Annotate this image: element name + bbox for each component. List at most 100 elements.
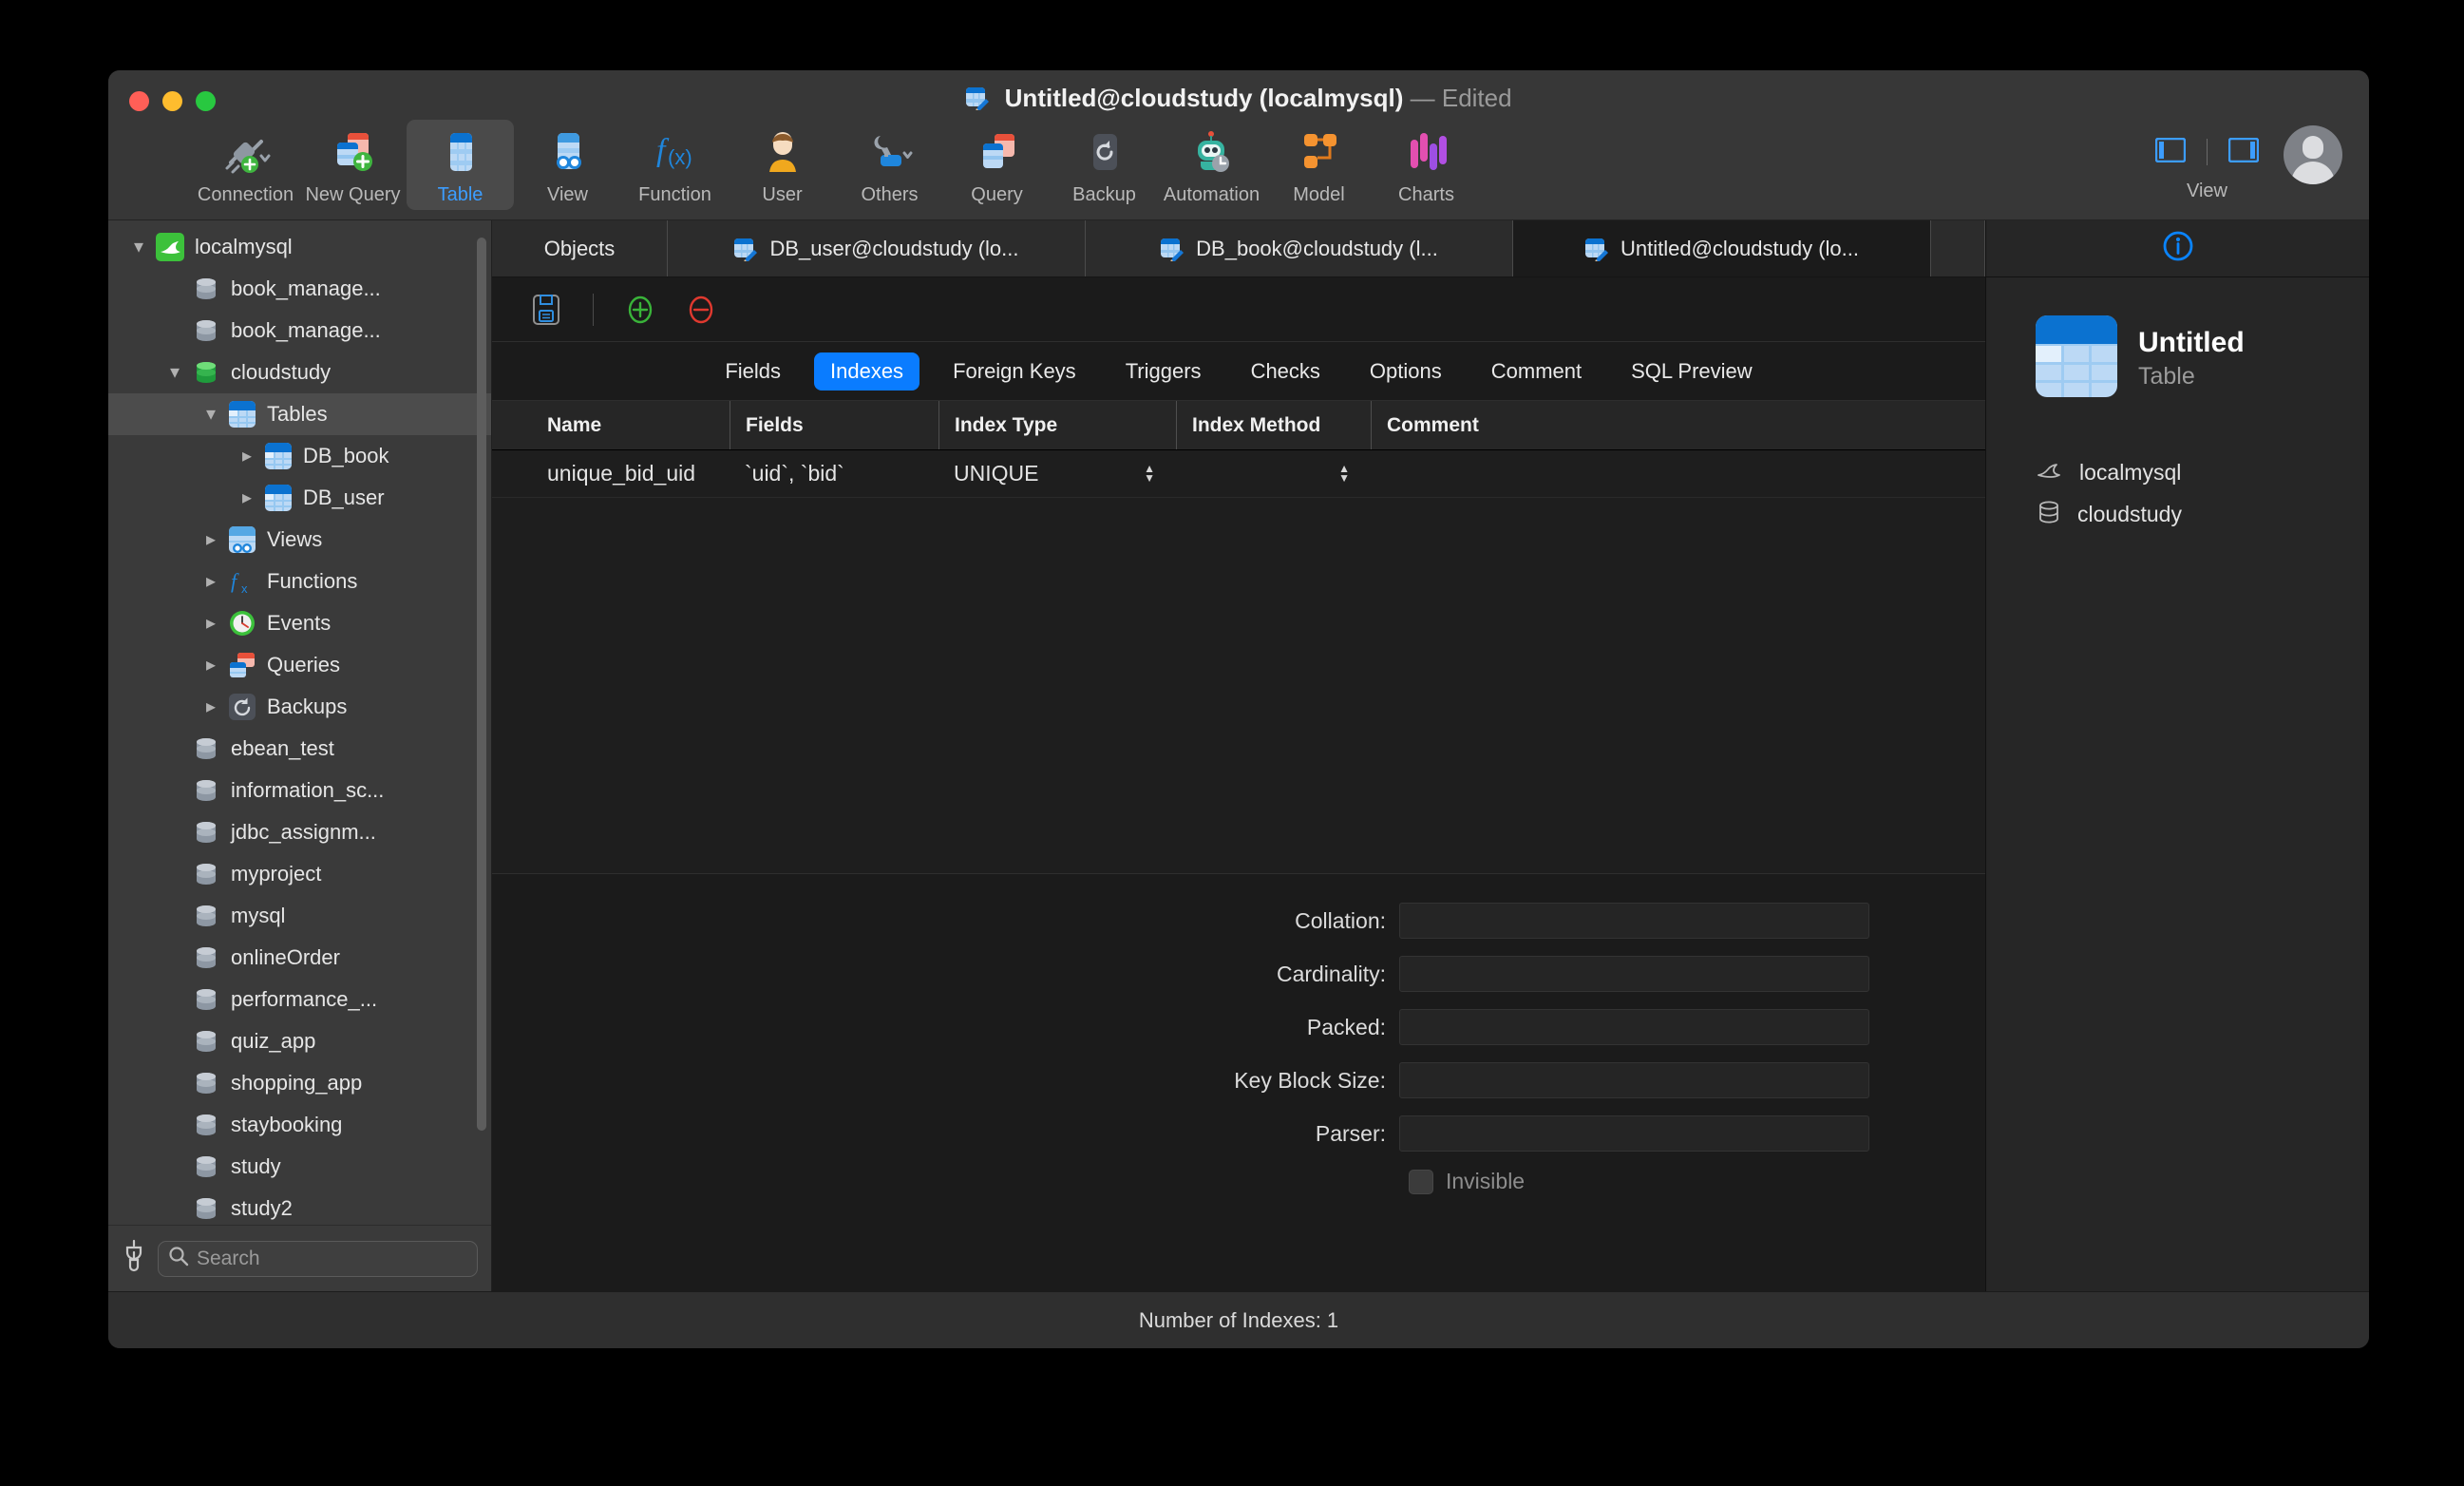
tree-item-shopping-app[interactable]: shopping_app bbox=[108, 1062, 491, 1104]
backup-icon bbox=[228, 693, 256, 721]
document-tab-objects[interactable]: Objects bbox=[492, 220, 668, 276]
tree-item-mysql[interactable]: mysql bbox=[108, 895, 491, 937]
tree-item-views[interactable]: ▸ Views bbox=[108, 519, 491, 561]
tree-item-localmysql[interactable]: ▾ localmysql bbox=[108, 226, 491, 268]
detail-field-input[interactable] bbox=[1399, 1009, 1869, 1045]
object-tree[interactable]: ▾ localmysql book_manage... book_manage... ▾… bbox=[108, 220, 491, 1225]
delete-index-icon[interactable] bbox=[681, 290, 721, 330]
toolbar-item-query[interactable]: Query bbox=[943, 120, 1051, 210]
grid-cell-index-method[interactable]: ▲ ▼ bbox=[1176, 450, 1371, 497]
tree-item-onlineorder[interactable]: onlineOrder bbox=[108, 937, 491, 979]
avatar[interactable] bbox=[2284, 125, 2342, 184]
toolbar-item-backup[interactable]: Backup bbox=[1051, 120, 1158, 210]
subtab-options[interactable]: Options bbox=[1354, 352, 1458, 391]
subtab-foreign-keys[interactable]: Foreign Keys bbox=[937, 352, 1092, 391]
toggle-right-sidebar-icon[interactable] bbox=[2227, 137, 2260, 167]
document-tab-untitled-cloudstudy-lo[interactable]: Untitled@cloudstudy (lo... bbox=[1513, 220, 1931, 276]
toolbar-item-user[interactable]: User bbox=[729, 120, 836, 210]
subtab-checks[interactable]: Checks bbox=[1235, 352, 1336, 391]
tree-item-study2[interactable]: study2 bbox=[108, 1188, 491, 1225]
connection-plug-icon[interactable] bbox=[122, 1239, 146, 1278]
toolbar-item-connection[interactable]: Connection bbox=[192, 120, 299, 210]
grid-body[interactable]: unique_bid_uid `uid`, `bid` UNIQUE ▲ ▼ ▲ ▼ bbox=[492, 450, 1985, 873]
document-tab-db-user-cloudstudy-lo[interactable]: DB_user@cloudstudy (lo... bbox=[668, 220, 1086, 276]
chevron-down-icon[interactable]: ▾ bbox=[122, 238, 156, 257]
detail-field-input[interactable] bbox=[1399, 1115, 1869, 1152]
chevron-right-icon[interactable]: ▸ bbox=[194, 614, 228, 633]
grid-column-header[interactable]: Index Method bbox=[1176, 401, 1371, 449]
database-gray-icon bbox=[192, 1194, 220, 1223]
grid-cell-comment[interactable] bbox=[1371, 450, 1770, 497]
grid-cell-index-type[interactable]: UNIQUE ▲ ▼ bbox=[938, 450, 1176, 497]
chevron-right-icon[interactable]: ▸ bbox=[194, 572, 228, 591]
chevron-right-icon[interactable]: ▸ bbox=[194, 656, 228, 675]
tree-item-label: shopping_app bbox=[231, 1071, 363, 1095]
info-connection-name: localmysql bbox=[2079, 459, 2182, 485]
subtab-sql-preview[interactable]: SQL Preview bbox=[1615, 352, 1769, 391]
toggle-left-sidebar-icon[interactable] bbox=[2154, 137, 2187, 167]
stepper-icon[interactable]: ▲ ▼ bbox=[1144, 463, 1155, 485]
toolbar-item-model[interactable]: Model bbox=[1265, 120, 1373, 210]
toolbar-item-new-query[interactable]: New Query bbox=[299, 120, 407, 210]
detail-field-input[interactable] bbox=[1399, 956, 1869, 992]
search-input[interactable] bbox=[197, 1247, 467, 1270]
tree-item-jdbc-assignm[interactable]: jdbc_assignm... bbox=[108, 811, 491, 853]
tree-item-backups[interactable]: ▸ Backups bbox=[108, 686, 491, 728]
toolbar-right-group: View bbox=[2154, 120, 2342, 202]
tree-item-book-manage[interactable]: book_manage... bbox=[108, 268, 491, 310]
detail-field-input[interactable] bbox=[1399, 903, 1869, 939]
toolbar-item-automation[interactable]: Automation bbox=[1158, 120, 1265, 210]
chevron-right-icon[interactable]: ▸ bbox=[230, 447, 264, 466]
info-circle-icon[interactable] bbox=[2162, 230, 2194, 267]
chevron-down-icon[interactable]: ▾ bbox=[194, 405, 228, 424]
sidebar-scrollbar[interactable] bbox=[477, 238, 486, 1131]
document-tab-db-book-cloudstudy-l[interactable]: DB_book@cloudstudy (l... bbox=[1086, 220, 1513, 276]
toolbar-item-table[interactable]: Table bbox=[407, 120, 514, 210]
toolbar-item-function[interactable]: f (x) Function bbox=[621, 120, 729, 210]
chevron-right-icon[interactable]: ▸ bbox=[194, 697, 228, 716]
grid-cell-fields[interactable]: `uid`, `bid` bbox=[730, 450, 938, 497]
database-green-icon bbox=[192, 358, 220, 387]
toolbar-item-label: Automation bbox=[1163, 184, 1260, 205]
tree-item-tables[interactable]: ▾ Tables bbox=[108, 393, 491, 435]
tree-item-study[interactable]: study bbox=[108, 1146, 491, 1188]
tree-item-db-user[interactable]: ▸ DB_user bbox=[108, 477, 491, 519]
tree-item-db-book[interactable]: ▸ DB_book bbox=[108, 435, 491, 477]
tree-item-cloudstudy[interactable]: ▾ cloudstudy bbox=[108, 352, 491, 393]
chevron-right-icon[interactable]: ▸ bbox=[230, 488, 264, 507]
save-icon[interactable] bbox=[526, 290, 566, 330]
subtab-fields[interactable]: Fields bbox=[709, 352, 797, 391]
chevron-down-icon[interactable]: ▾ bbox=[158, 363, 192, 382]
toolbar-item-charts[interactable]: Charts bbox=[1373, 120, 1480, 210]
add-index-icon[interactable] bbox=[620, 290, 660, 330]
tree-item-queries[interactable]: ▸ Queries bbox=[108, 644, 491, 686]
subtab-comment[interactable]: Comment bbox=[1475, 352, 1598, 391]
grid-column-header[interactable]: Index Type bbox=[938, 401, 1176, 449]
grid-column-header[interactable]: Name bbox=[492, 401, 730, 449]
grid-column-header[interactable]: Comment bbox=[1371, 401, 1770, 449]
tree-item-myproject[interactable]: myproject bbox=[108, 853, 491, 895]
tree-item-events[interactable]: ▸ Events bbox=[108, 602, 491, 644]
tree-item-performance[interactable]: performance_... bbox=[108, 979, 491, 1020]
detail-field-row: Cardinality: bbox=[492, 956, 1985, 992]
tree-item-book-manage[interactable]: book_manage... bbox=[108, 310, 491, 352]
search-box[interactable] bbox=[158, 1240, 478, 1277]
toolbar-item-others[interactable]: Others bbox=[836, 120, 943, 210]
tree-item-information-sc[interactable]: information_sc... bbox=[108, 770, 491, 811]
tree-item-ebean-test[interactable]: ebean_test bbox=[108, 728, 491, 770]
grid-column-header[interactable]: Fields bbox=[730, 401, 938, 449]
tree-item-quiz-app[interactable]: quiz_app bbox=[108, 1020, 491, 1062]
invisible-checkbox[interactable] bbox=[1409, 1169, 1433, 1194]
tree-item-staybooking[interactable]: staybooking bbox=[108, 1104, 491, 1146]
table-row[interactable]: unique_bid_uid `uid`, `bid` UNIQUE ▲ ▼ ▲ ▼ bbox=[492, 450, 1985, 498]
chevron-right-icon[interactable]: ▸ bbox=[194, 530, 228, 549]
toolbar-item-view[interactable]: View bbox=[514, 120, 621, 210]
database-gray-icon bbox=[192, 860, 220, 888]
grid-cell-name[interactable]: unique_bid_uid bbox=[492, 450, 730, 497]
tree-item-functions[interactable]: ▸ f x Functions bbox=[108, 561, 491, 602]
subtab-triggers[interactable]: Triggers bbox=[1109, 352, 1218, 391]
stepper-icon[interactable]: ▲ ▼ bbox=[1338, 463, 1350, 485]
database-gray-icon bbox=[192, 316, 220, 345]
subtab-indexes[interactable]: Indexes bbox=[814, 352, 920, 391]
detail-field-input[interactable] bbox=[1399, 1062, 1869, 1098]
